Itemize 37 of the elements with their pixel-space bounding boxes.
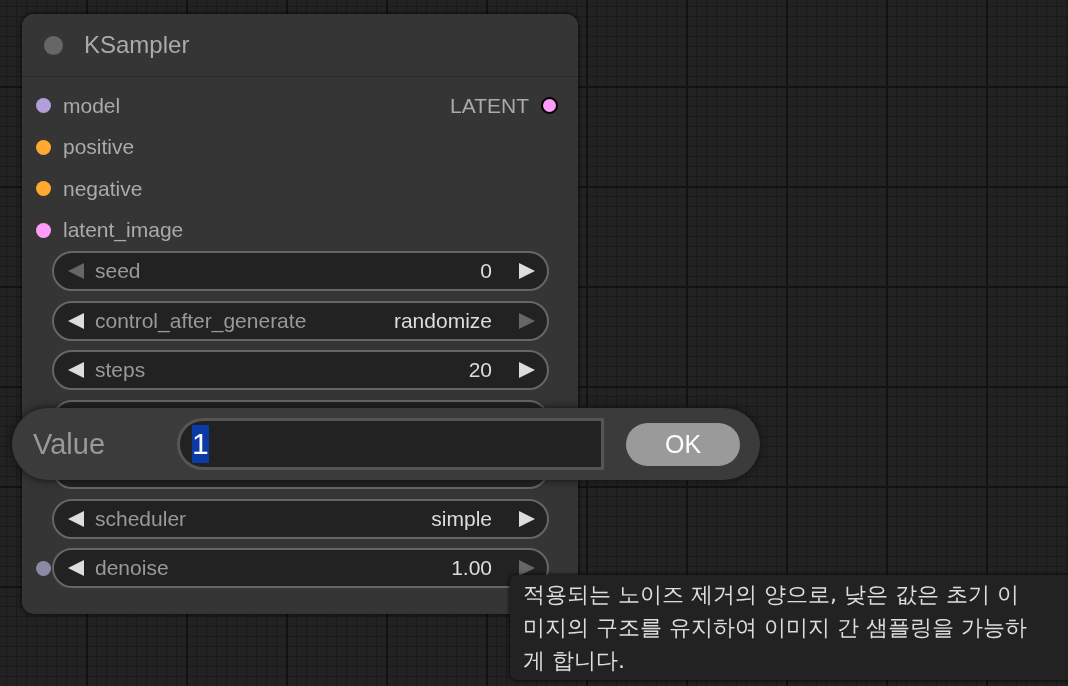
right-arrow-icon[interactable]: [517, 360, 537, 380]
input-slot-icon[interactable]: [36, 181, 51, 197]
tooltip: 적용되는 노이즈 제거의 양으로, 낮은 값은 초기 이미지의 구조를 유지하여 이미지 간 샘플링을 가능하게 합니다.: [510, 575, 1068, 680]
collapse-dot-icon[interactable]: [44, 35, 63, 55]
widget-label: scheduler: [95, 506, 187, 531]
widget-label: seed: [95, 259, 141, 283]
output-slot-icon[interactable]: [541, 97, 558, 115]
input-slot-icon[interactable]: [36, 139, 51, 155]
widget-label: denoise: [95, 556, 169, 580]
left-arrow-icon[interactable]: [66, 508, 86, 529]
input-label: positive: [63, 135, 135, 160]
widget-value: 1.00: [451, 556, 492, 580]
widget-field[interactable]: steps 20: [52, 350, 549, 390]
left-arrow-icon[interactable]: [66, 558, 86, 578]
widget-value: 20: [468, 358, 492, 382]
output-label: LATENT: [450, 93, 529, 118]
widget-field[interactable]: seed 0: [52, 251, 549, 291]
value-input[interactable]: 1: [177, 418, 604, 470]
widget-label: control_after_generate: [95, 308, 307, 333]
widget-value: 0: [480, 259, 492, 283]
dialog-label: Value: [33, 427, 107, 461]
right-arrow-icon[interactable]: [517, 508, 537, 529]
widget-value: randomize: [393, 308, 492, 333]
right-arrow-icon[interactable]: [517, 261, 537, 281]
input-slot-icon[interactable]: [36, 560, 51, 576]
widget-value: simple: [431, 506, 492, 531]
widget-field[interactable]: scheduler simple: [52, 498, 549, 539]
input-label: latent_image: [63, 218, 184, 243]
widget-field[interactable]: control_after_generate randomize: [52, 300, 549, 341]
input-label: negative: [63, 176, 143, 201]
node-title: KSampler: [84, 31, 190, 59]
left-arrow-icon[interactable]: [66, 360, 86, 380]
widget-label: steps: [95, 358, 146, 382]
input-slot-icon[interactable]: [36, 98, 51, 114]
input-label: model: [63, 93, 121, 118]
left-arrow-icon[interactable]: [66, 310, 86, 331]
input-slot-icon[interactable]: [36, 222, 51, 238]
